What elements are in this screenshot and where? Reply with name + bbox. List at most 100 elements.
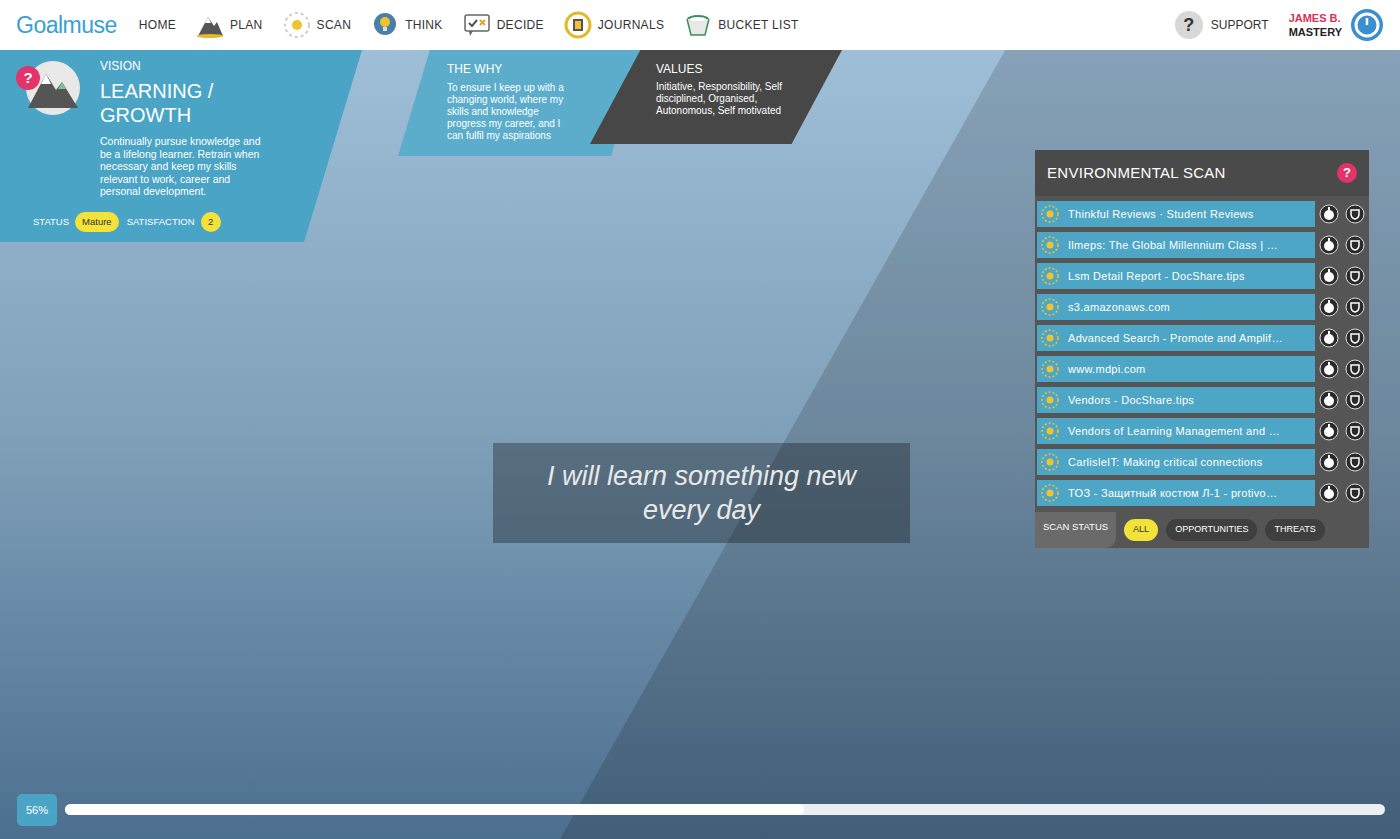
stopwatch-icon[interactable] <box>1319 421 1339 441</box>
support-link[interactable]: ?SUPPORT <box>1175 11 1269 39</box>
stopwatch-icon[interactable] <box>1319 297 1339 317</box>
scan-item-actions <box>1315 421 1369 441</box>
scan-filter[interactable]: OPPORTUNITIES <box>1166 519 1257 541</box>
shield-icon[interactable] <box>1345 328 1365 348</box>
vision-title: LEARNING / GROWTH <box>100 79 250 127</box>
shield-icon[interactable] <box>1345 483 1365 503</box>
scan-item-label: Lsm Detail Report - DocShare.tips <box>1068 268 1245 285</box>
shield-icon[interactable] <box>1345 266 1365 286</box>
scan-item-label: ТОЗ - Защитный костюм Л-1 - protivo… <box>1068 485 1277 502</box>
mountain-icon <box>196 11 224 39</box>
status-row: STATUSMatureSATISFACTION2 <box>33 212 270 232</box>
scan-item-actions <box>1315 235 1369 255</box>
scan-filter[interactable]: ALL <box>1124 519 1158 541</box>
shield-icon[interactable] <box>1345 452 1365 472</box>
progress-reading: 56% <box>17 794 57 827</box>
scan-dot-icon <box>1040 328 1060 348</box>
stopwatch-icon[interactable] <box>1319 204 1339 224</box>
scan-item[interactable]: www.mdpi.com <box>1035 356 1369 382</box>
scan-item-bar[interactable]: CarlisleIT: Making critical connections <box>1037 449 1315 475</box>
logo[interactable]: Goalmuse <box>16 8 117 43</box>
scan-item-label: Vendors - DocShare.tips <box>1068 392 1194 409</box>
stopwatch-icon[interactable] <box>1319 452 1339 472</box>
progress: 56% <box>17 794 1385 827</box>
scan-item-actions <box>1315 452 1369 472</box>
background-photo: ?VISIONLEARNING / GROWTHContinually purs… <box>0 50 1400 839</box>
scan-item[interactable]: s3.amazonaws.com <box>1035 294 1369 320</box>
scan-dot-icon <box>1040 390 1060 410</box>
scan-dot-icon <box>1040 421 1060 441</box>
quote-text: I will learn something new every day <box>513 459 890 527</box>
scan-item-label: Thinkful Reviews · Student Reviews <box>1068 206 1254 223</box>
progress-track <box>65 804 1385 815</box>
scan-filter[interactable]: THREATS <box>1265 519 1324 541</box>
user-name[interactable]: JAMES B.MASTERY <box>1289 11 1342 39</box>
help-badge[interactable]: ? <box>1337 163 1357 183</box>
scan-item[interactable]: Advanced Search - Promote and Amplif… <box>1035 325 1369 351</box>
stopwatch-icon[interactable] <box>1319 390 1339 410</box>
vision-heading: VISION <box>100 59 270 73</box>
nav-item[interactable]: BUCKET LIST <box>684 11 798 39</box>
sun-icon <box>283 11 311 39</box>
scan-item-bar[interactable]: s3.amazonaws.com <box>1037 294 1315 320</box>
scan-item-bar[interactable]: Vendors - DocShare.tips <box>1037 387 1315 413</box>
shield-icon[interactable] <box>1345 235 1365 255</box>
stopwatch-icon[interactable] <box>1319 235 1339 255</box>
scan-item-bar[interactable]: www.mdpi.com <box>1037 356 1315 382</box>
scan-item-bar[interactable]: Thinkful Reviews · Student Reviews <box>1037 201 1315 227</box>
scan-list: Thinkful Reviews · Student Reviews Ilmeps… <box>1035 196 1369 506</box>
shield-icon[interactable] <box>1345 390 1365 410</box>
scan-item[interactable]: Vendors of Learning Management and … <box>1035 418 1369 444</box>
stopwatch-icon[interactable] <box>1319 328 1339 348</box>
lightbulb-head-icon <box>371 11 399 39</box>
status-badge[interactable]: Mature <box>75 212 119 232</box>
scan-item[interactable]: Lsm Detail Report - DocShare.tips <box>1035 263 1369 289</box>
scan-item[interactable]: ТОЗ - Защитный костюм Л-1 - protivo… <box>1035 480 1369 506</box>
shield-icon[interactable] <box>1345 297 1365 317</box>
scan-item-bar[interactable]: Advanced Search - Promote and Amplif… <box>1037 325 1315 351</box>
scan-item-bar[interactable]: Ilmeps: The Global Millennium Class | … <box>1037 232 1315 258</box>
vision-content: VISIONLEARNING / GROWTHContinually pursu… <box>100 50 270 242</box>
scan-item-bar[interactable]: Vendors of Learning Management and … <box>1037 418 1315 444</box>
shield-icon[interactable] <box>1345 204 1365 224</box>
nav-item[interactable]: SCAN <box>283 11 352 39</box>
scan-item-bar[interactable]: ТОЗ - Защитный костюм Л-1 - protivo… <box>1037 480 1315 506</box>
scan-item-actions <box>1315 266 1369 286</box>
progress-fill <box>65 804 804 815</box>
scan-panel: ENVIRONMENTAL SCAN?Thinkful Reviews · St… <box>1035 150 1369 548</box>
nav-item[interactable]: JOURNALS <box>564 11 664 39</box>
help-badge[interactable]: ? <box>16 66 40 90</box>
scan-dot-icon <box>1040 266 1060 286</box>
values-text: Initiative, Responsibility, Self discipl… <box>656 81 792 117</box>
scan-item[interactable]: Thinkful Reviews · Student Reviews <box>1035 201 1369 227</box>
nav-item[interactable]: PLAN <box>196 11 263 39</box>
nav-item[interactable]: THINK <box>371 11 443 39</box>
shield-icon[interactable] <box>1345 359 1365 379</box>
nav-item[interactable]: DECIDE <box>463 11 544 39</box>
satisfaction-badge[interactable]: 2 <box>201 212 221 232</box>
scan-item-label: Vendors of Learning Management and … <box>1068 423 1280 440</box>
stopwatch-icon[interactable] <box>1319 483 1339 503</box>
scan-title: ENVIRONMENTAL SCAN <box>1047 162 1226 185</box>
scan-item-bar[interactable]: Lsm Detail Report - DocShare.tips <box>1037 263 1315 289</box>
stopwatch-icon[interactable] <box>1319 359 1339 379</box>
scan-item-label: Ilmeps: The Global Millennium Class | … <box>1068 237 1278 254</box>
values-heading: VALUES <box>656 62 842 76</box>
stopwatch-icon[interactable] <box>1319 266 1339 286</box>
scan-item-actions <box>1315 328 1369 348</box>
scan-item[interactable]: Ilmeps: The Global Millennium Class | … <box>1035 232 1369 258</box>
vision-icon-area: ? <box>0 50 100 242</box>
nav-menu: HOME PLAN SCAN THINK DECIDE JOURNALS BUCKET LI… <box>139 11 799 39</box>
scan-item[interactable]: Vendors - DocShare.tips <box>1035 387 1369 413</box>
vision-panel: ?VISIONLEARNING / GROWTHContinually purs… <box>0 50 362 242</box>
power-icon[interactable] <box>1350 8 1384 42</box>
scan-header: ENVIRONMENTAL SCAN? <box>1035 150 1369 196</box>
scan-item-label: CarlisleIT: Making critical connections <box>1068 454 1263 471</box>
scan-item[interactable]: CarlisleIT: Making critical connections <box>1035 449 1369 475</box>
scan-item-actions <box>1315 297 1369 317</box>
nav-item[interactable]: HOME <box>139 16 176 34</box>
scan-dot-icon <box>1040 452 1060 472</box>
scan-item-label: Advanced Search - Promote and Amplif… <box>1068 330 1283 347</box>
scan-item-actions <box>1315 359 1369 379</box>
shield-icon[interactable] <box>1345 421 1365 441</box>
